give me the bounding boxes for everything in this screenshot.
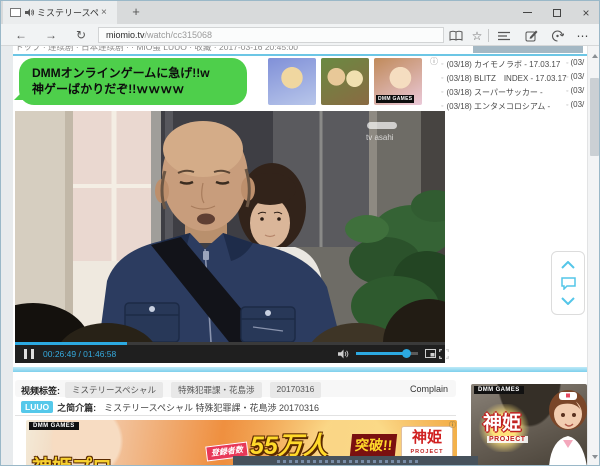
bullet-icon: ◦ [441,75,444,82]
ad-character [535,384,587,465]
scrollbar-up-arrow[interactable] [592,51,598,58]
favorites-star-icon[interactable]: ☆ [468,28,486,43]
tab-close-button[interactable]: × [101,7,107,18]
tab-title: ミステリースペシャル [37,8,99,18]
hub-icon[interactable] [495,28,513,43]
sidebar-item-4[interactable]: ◦ (03/18) エンタメコロシアム - [441,100,577,113]
maximize-button[interactable] [542,1,572,24]
promo-banner-bubble[interactable]: DMMオンラインゲームに急げ!!w 神ゲーばかりだぞ!!ｗｗｗｗ [14,58,247,105]
time-display: 00:26:49 / 01:46:58 [43,349,117,359]
refresh-button[interactable]: ↻ [69,27,93,43]
promo-thumbnail-3[interactable]: DMM GAMES [374,58,422,105]
complain-link[interactable]: Complain [410,384,448,394]
tv-asahi-watermark: tv asahi [366,133,394,142]
header-divider [13,54,587,56]
tag-chip[interactable]: ミステリースペシャル [65,382,163,398]
clipped-header-box [473,46,583,53]
sidebar-overflow-item[interactable]: ◦ (03/ [566,86,587,99]
bullet-icon: ◦ [441,61,444,68]
sidebar-overflow-item[interactable]: ◦ (03/ [566,72,587,85]
video-player: tv asahi 00:26:49 / 01:46:58 [15,111,449,363]
forward-button[interactable]: → [39,27,63,43]
comment-button[interactable] [558,276,578,290]
tags-label: 视频标签: [21,386,60,396]
minimize-icon [522,12,532,13]
dmm-games-label: DMM GAMES [376,95,415,103]
sidebar-overflow-item[interactable]: ◦ (03/ [566,58,587,71]
sidebar-item-1[interactable]: ◦ (03/18) カイモノラボ - 17.03.17 [441,58,577,71]
clipped-breadcrumb: トップ · 连续剧 · 日本连续剧 · · MIO蛋 LUUO · 收藏 · 2… [15,46,298,52]
scrollbar-thumb[interactable] [590,78,599,156]
video-area[interactable]: tv asahi [15,111,445,342]
volume-knob[interactable] [402,349,412,358]
volume-mute-icon[interactable] [338,349,350,359]
share-icon[interactable] [548,28,566,43]
dmm-games-label: DMM GAMES [29,422,79,430]
scrollbar-down-arrow[interactable] [592,455,598,462]
player-controls: 00:26:49 / 01:46:58 [15,345,449,363]
description-label: 之简介篇: [57,402,97,413]
bullet-icon: ◦ [441,103,444,110]
dmm-games-label: DMM GAMES [474,386,524,394]
video-info-section: 视频标签: ミステリースペシャル 特殊犯罪課・花島渉 20170316 Comp… [15,378,456,416]
section-divider [13,367,587,372]
promo-line2: 神ゲーばかりだぞ!!ｗｗｗｗ [32,82,185,97]
minimize-button[interactable] [512,1,542,24]
close-button[interactable]: × [572,1,599,24]
volume-slider[interactable] [356,349,418,358]
right-banner-ad[interactable]: DMM GAMES 神姫 PROJECT [471,384,587,465]
ad-title-clipped: 神姫プロ [32,451,112,465]
promo-thumbnail-2[interactable] [321,58,369,105]
maximize-icon [553,8,561,17]
volume-fill [356,349,412,358]
tags-row: 视频标签: ミステリースペシャル 特殊犯罪課・花島渉 20170316 Comp… [15,380,456,398]
browser-tab[interactable]: ミステリースペシャル × [3,1,117,24]
ad-suffix: 突破!! [349,434,398,456]
reading-view-icon[interactable] [447,28,465,43]
back-button[interactable]: ← [9,27,33,43]
new-tab-button[interactable]: + [123,1,149,24]
browser-window: ミステリースペシャル × + × ← → ↻ miomio.tv/watch/c… [0,0,600,466]
ad-info-icon[interactable]: ⓘ [430,56,438,67]
ad-info-icon[interactable]: ⓘ [449,420,456,430]
tag-chip[interactable]: 20170316 [269,382,322,398]
url-path: /watch/cc315068 [144,30,213,40]
description-divider [15,415,456,416]
sidebar-item-3[interactable]: ◦ (03/18) スーパーサッカー - [441,86,577,99]
audio-speaker-icon[interactable] [25,8,34,17]
tag-chip[interactable]: 特殊犯罪課・花島渉 [170,382,262,398]
kamihime-logo-sub: PROJECT [487,436,528,443]
promo-line1: DMMオンラインゲームに急げ!!w [32,66,210,80]
address-bar: ← → ↻ miomio.tv/watch/cc315068 ☆ ⋯ [1,24,599,46]
toolbar-divider [488,29,489,42]
page-icon [10,8,21,17]
scroll-down-button[interactable] [558,294,578,308]
video-frame: tv asahi [15,111,445,342]
more-actions-icon[interactable]: ⋯ [574,28,592,43]
description-text: ミステリースペシャル 特殊犯罪課・花島渉 20170316 [104,402,320,413]
fullscreen-icon[interactable] [439,349,449,359]
bullet-icon: ◦ [441,89,444,96]
promo-thumbnail-1[interactable] [268,58,316,105]
theater-mode-icon[interactable] [425,349,436,358]
page-viewport: トップ · 连续剧 · 日本连续剧 · · MIO蛋 LUUO · 收藏 · 2… [1,46,599,465]
description-row: LUUO 之简介篇: ミステリースペシャル 特殊犯罪課・花島渉 20170316 [15,401,456,413]
pause-button[interactable] [24,349,34,359]
tab-bar: ミステリースペシャル × + × [1,1,599,24]
scroll-up-button[interactable] [558,258,578,272]
sidebar-item-2[interactable]: ◦ (03/18) BLITZ INDEX - 17.03.17 [441,72,577,85]
notification-bar[interactable] [233,456,478,465]
floating-nav-widget [551,251,585,315]
kamihime-logo: 神姫 [483,413,522,434]
url-host: miomio.tv [106,30,145,40]
uploader-badge[interactable]: LUUO [21,401,54,413]
sidebar-overflow-item[interactable]: ◦ (03/ [566,100,587,113]
web-note-pen-icon[interactable] [522,28,540,43]
page-scrollbar[interactable] [587,46,599,465]
url-field[interactable]: miomio.tv/watch/cc315068 [98,27,444,43]
page-content: トップ · 连续剧 · 日本连续剧 · · MIO蛋 LUUO · 收藏 · 2… [13,46,587,465]
